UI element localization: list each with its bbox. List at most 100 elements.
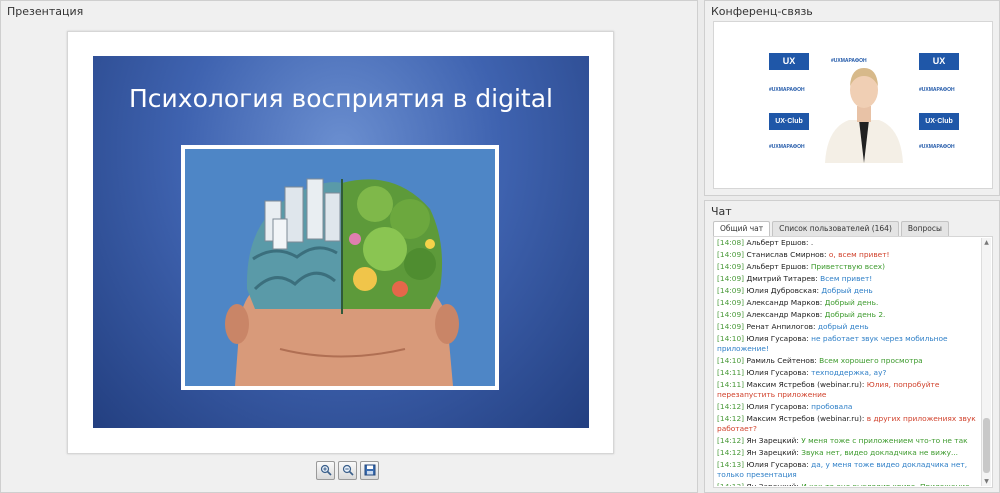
hashtag-label: #UXMАРАФОН [919, 87, 955, 93]
message-time: [14:10] [717, 356, 745, 365]
chat-message: [14:12] Максим Ястребов (webinar.ru): в … [717, 414, 979, 434]
chat-message: [14:09] Станислав Смирнов: о, всем приве… [717, 250, 979, 260]
chat-message: [14:12] Юлия Гусарова: пробовала [717, 402, 979, 412]
message-author[interactable]: Максим Ястребов (webinar.ru): [746, 414, 864, 423]
message-time: [14:13] [717, 482, 744, 486]
chat-tabs: Общий чат Список пользователей (164) Вопро… [713, 221, 949, 237]
message-text: У меня тоже с приложением что-то не так [801, 436, 968, 445]
message-time: [14:08] [717, 238, 745, 247]
message-time: [14:09] [717, 286, 745, 295]
message-text: о, всем привет! [828, 250, 890, 259]
ux-logo: UX МАРАФОН [769, 53, 809, 74]
ux-club-logo: UX·Club [769, 113, 809, 130]
chat-message: [14:09] Александр Марков: Добрый день 2. [717, 310, 979, 320]
chat-panel: Чат Общий чат Список пользователей (164) В… [704, 200, 1000, 493]
slide-toolbar [316, 461, 379, 480]
zoom-out-icon [342, 461, 354, 480]
chat-messages-box: [14:08] Альберт Ершов: . [14:09] Станисла… [713, 236, 993, 488]
presentation-panel: Презентация Психология восприятия в digi… [0, 0, 698, 493]
slide-title: Психология восприятия в digital [129, 84, 553, 113]
chat-tab[interactable]: Вопросы [900, 221, 949, 236]
message-text: Всем хорошего просмотра [819, 356, 923, 365]
hashtag-label: #UXMАРАФОН [769, 87, 805, 93]
message-text: Звука нет, видео докладчика не вижу... [801, 448, 959, 457]
message-author[interactable]: Юлия Гусарова: [746, 334, 808, 343]
chat-message: [14:11] Юлия Гусарова: техподдержка, ау? [717, 368, 979, 378]
scroll-up-icon[interactable]: ▲ [982, 238, 991, 247]
chat-tab[interactable]: Список пользователей (164) [772, 221, 899, 236]
scrollbar-thumb[interactable] [983, 418, 990, 473]
message-time: [14:12] [717, 448, 745, 457]
ux-logo: UX МАРАФОН [919, 53, 959, 74]
presentation-title: Презентация [7, 5, 84, 18]
ux-club-logo: UX·Club [919, 113, 959, 130]
message-text: добрый день [817, 322, 869, 331]
message-list: [14:08] Альберт Ершов: . [14:09] Станисла… [717, 238, 979, 486]
chat-message: [14:11] Максим Ястребов (webinar.ru): Юл… [717, 380, 979, 400]
message-author[interactable]: Александр Марков: [746, 310, 822, 319]
message-time: [14:10] [717, 334, 745, 343]
chat-scrollbar[interactable]: ▲ ▼ [981, 238, 991, 486]
message-time: [14:09] [717, 274, 745, 283]
message-author[interactable]: Юлия Гусарова: [746, 402, 808, 411]
message-text: Приветствую всех) [810, 262, 886, 271]
brain-illustration [181, 145, 499, 390]
slide-viewer: Психология восприятия в digital [67, 31, 614, 454]
message-time: [14:09] [717, 310, 745, 319]
chat-message: [14:12] Ян Зарецкий: Звука нет, видео до… [717, 448, 979, 458]
message-text: Добрый день 2. [824, 310, 886, 319]
zoom-out-button[interactable] [338, 461, 357, 480]
message-author[interactable]: Станислав Смирнов: [746, 250, 826, 259]
message-author[interactable]: Дмитрий Титарев: [746, 274, 817, 283]
chat-tab[interactable]: Общий чат [713, 221, 771, 237]
message-time: [14:09] [717, 322, 745, 331]
video-stream[interactable]: UX МАРАФОН #UXMАРАФОН UX МАРАФОН #UXMАРАФО… [761, 46, 967, 163]
speaker-figure [821, 56, 907, 163]
message-author[interactable]: Альберт Ершов: [746, 238, 808, 247]
message-time: [14:12] [717, 414, 745, 423]
message-time: [14:09] [717, 250, 745, 259]
chat-message: [14:13] Ян Зарецкий: И как-то оно выгляд… [717, 482, 979, 486]
message-text: Добрый день. [824, 298, 879, 307]
chat-message: [14:09] Александр Марков: Добрый день. [717, 298, 979, 308]
chat-message: [14:10] Юлия Гусарова: не работает звук … [717, 334, 979, 354]
chat-message: [14:09] Дмитрий Титарев: Всем привет! [717, 274, 979, 284]
message-author[interactable]: Юлия Дубровская: [746, 286, 819, 295]
message-time: [14:09] [717, 262, 745, 271]
message-time: [14:12] [717, 402, 745, 411]
message-author[interactable]: Рамиль Сейтенов: [746, 356, 816, 365]
hashtag-label: #UXMАРАФОН [769, 144, 805, 150]
message-text: техподдержка, ау? [811, 368, 887, 377]
chat-message: [14:13] Юлия Гусарова: да, у меня тоже в… [717, 460, 979, 480]
message-time: [14:09] [717, 298, 745, 307]
zoom-in-icon [320, 461, 332, 480]
message-time: [14:12] [717, 436, 745, 445]
conference-panel: Конференц-связь UX МАРАФОН #UXMАРАФОН UX М… [704, 0, 1000, 196]
message-author[interactable]: Ренат Анпилогов: [746, 322, 815, 331]
message-author[interactable]: Альберт Ершов: [746, 262, 808, 271]
zoom-in-button[interactable] [316, 461, 335, 480]
message-time: [14:11] [717, 368, 745, 377]
chat-message: [14:09] Ренат Анпилогов: добрый день [717, 322, 979, 332]
message-author[interactable]: Ян Зарецкий: [746, 482, 798, 486]
message-author[interactable]: Ян Зарецкий: [746, 448, 798, 457]
chat-message: [14:08] Альберт Ершов: . [717, 238, 979, 248]
hashtag-label: #UXMАРАФОН [919, 144, 955, 150]
conference-title: Конференц-связь [711, 5, 813, 18]
message-text: пробовала [811, 402, 853, 411]
chat-message: [14:10] Рамиль Сейтенов: Всем хорошего п… [717, 356, 979, 366]
scroll-down-icon[interactable]: ▼ [982, 477, 991, 486]
chat-message: [14:09] Альберт Ершов: Приветствую всех) [717, 262, 979, 272]
message-author[interactable]: Александр Марков: [746, 298, 822, 307]
message-author[interactable]: Ян Зарецкий: [746, 436, 798, 445]
chat-message: [14:12] Ян Зарецкий: У меня тоже с прило… [717, 436, 979, 446]
video-container: UX МАРАФОН #UXMАРАФОН UX МАРАФОН #UXMАРАФО… [713, 21, 993, 189]
message-text: Добрый день [821, 286, 873, 295]
save-button[interactable] [360, 461, 379, 480]
slide: Психология восприятия в digital [93, 56, 589, 428]
chat-message: [14:09] Юлия Дубровская: Добрый день [717, 286, 979, 296]
message-author[interactable]: Максим Ястребов (webinar.ru): [746, 380, 864, 389]
message-author[interactable]: Юлия Гусарова: [746, 368, 808, 377]
message-time: [14:11] [717, 380, 745, 389]
message-author[interactable]: Юлия Гусарова: [746, 460, 808, 469]
